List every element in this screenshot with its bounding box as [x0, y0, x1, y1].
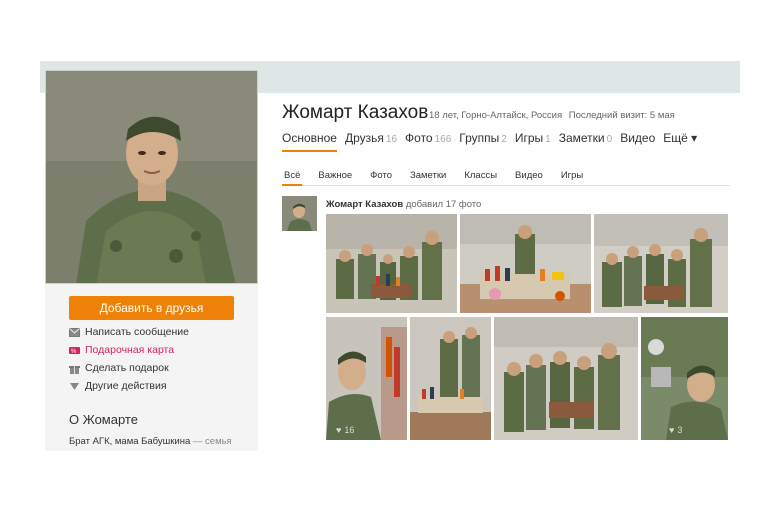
gift-icon	[69, 363, 80, 374]
other-actions-link[interactable]: Другие действия	[69, 377, 249, 395]
nav-games-label: Игры	[514, 131, 544, 145]
other-actions-label: Другие действия	[85, 380, 167, 392]
subtab-games[interactable]: Игры	[559, 170, 585, 185]
photo-likes-count: 3	[677, 425, 683, 435]
gift-card-icon: %	[69, 345, 80, 356]
gift-card-link[interactable]: % Подарочная карта	[69, 341, 249, 359]
profile-avatar[interactable]	[45, 70, 258, 284]
gift-card-label: Подарочная карта	[85, 344, 175, 356]
nav-games-count: 1	[545, 134, 551, 145]
nav-main[interactable]: Основное	[282, 131, 337, 152]
svg-text:%: %	[71, 349, 77, 355]
nav-video-label: Видео	[620, 131, 656, 145]
subtab-important[interactable]: Важное	[316, 170, 354, 185]
nav-more-label: Ещё ▾	[663, 131, 698, 145]
nav-notes-label: Заметки	[558, 131, 605, 145]
subtab-all[interactable]: Всё	[282, 170, 303, 186]
envelope-icon	[69, 327, 80, 338]
feed-photo[interactable]	[410, 317, 491, 440]
subtab-photo[interactable]: Фото	[368, 170, 394, 185]
nav-main-label: Основное	[282, 131, 337, 145]
profile-age-location: 18 лет, Горно-Алтайск, Россия	[429, 110, 563, 121]
nav-friends-count: 16	[385, 134, 398, 145]
photo-likes: ♥ 3	[669, 425, 682, 435]
nav-video[interactable]: Видео	[620, 131, 655, 149]
nav-groups-count: 2	[501, 134, 507, 145]
about-text: Брат АГК, мама Бабушкина — семья	[69, 436, 232, 447]
nav-notes-count: 0	[606, 134, 613, 145]
about-text-main: Брат АГК, мама Бабушкина	[69, 436, 191, 447]
heart-icon: ♥	[336, 425, 342, 435]
nav-photos-count: 166	[434, 134, 452, 145]
about-text-suffix: — семья	[192, 436, 232, 447]
nav-photos[interactable]: Фото 166	[405, 131, 451, 149]
nav-friends-label: Друзья	[344, 131, 384, 145]
profile-nav: Основное Друзья 16 Фото 166 Группы 2 Игры 1 …	[282, 131, 705, 152]
feed-photo[interactable]: ♥ 16	[326, 317, 407, 440]
feed-photo[interactable]	[326, 214, 457, 313]
subtab-notes[interactable]: Заметки	[408, 170, 448, 185]
profile-actions: Написать сообщение % Подарочная карта Сд…	[69, 323, 249, 395]
nav-more[interactable]: Ещё ▾	[663, 131, 697, 149]
nav-groups[interactable]: Группы 2	[459, 131, 507, 149]
heart-icon: ♥	[669, 425, 675, 435]
profile-meta: 18 лет, Горно-Алтайск, Россия Последний …	[429, 110, 679, 121]
make-gift-label: Сделать подарок	[85, 362, 169, 374]
nav-games[interactable]: Игры 1	[515, 131, 551, 149]
feed-action-text: добавил 17 фото	[405, 199, 482, 210]
feed-photo[interactable]: ♥ 3	[641, 317, 728, 440]
make-gift-link[interactable]: Сделать подарок	[69, 359, 249, 377]
nav-groups-label: Группы	[459, 131, 500, 145]
write-message-link[interactable]: Написать сообщение	[69, 323, 249, 341]
feed-post-header: Жомарт Казахов добавил 17 фото	[326, 199, 481, 210]
profile-name: Жомарт Казахов	[282, 102, 429, 123]
write-message-label: Написать сообщение	[85, 326, 189, 338]
profile-last-visit: Последний визит: 5 мая	[568, 110, 675, 121]
subtab-video[interactable]: Видео	[513, 170, 545, 185]
feed-photo[interactable]	[594, 214, 728, 313]
photo-likes-count: 16	[344, 425, 355, 435]
feed-filter-tabs: Всё Важное Фото Заметки Классы Видео Игр…	[282, 170, 730, 186]
triangle-down-icon	[69, 381, 80, 392]
feed-photo[interactable]	[494, 317, 638, 440]
feed-author-avatar[interactable]	[282, 196, 317, 231]
nav-photos-label: Фото	[405, 131, 433, 145]
add-friend-button[interactable]: Добавить в друзья	[69, 296, 234, 320]
feed-photo[interactable]	[460, 214, 591, 313]
feed-author-name[interactable]: Жомарт Казахов	[326, 199, 403, 210]
nav-friends[interactable]: Друзья 16	[345, 131, 397, 149]
about-title: О Жомарте	[69, 412, 138, 427]
subtab-classes[interactable]: Классы	[462, 170, 499, 185]
nav-notes[interactable]: Заметки 0	[559, 131, 612, 149]
photo-likes: ♥ 16	[336, 425, 354, 435]
